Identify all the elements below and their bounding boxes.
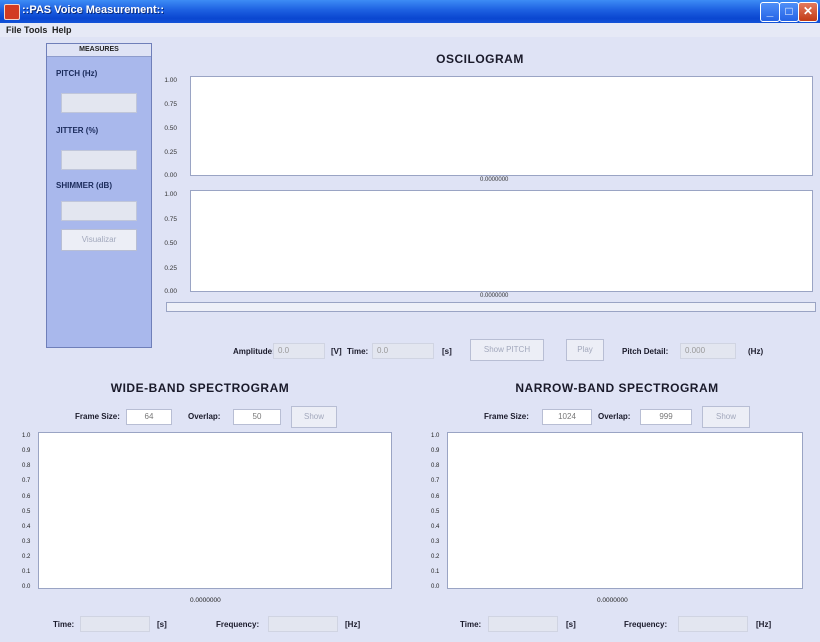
shimmer-value-field	[61, 201, 137, 221]
time-field[interactable]: 0.0	[372, 343, 434, 359]
narrowband-y-tick: 1.0	[431, 433, 440, 439]
osc-bottom-tick: 0.25	[164, 265, 177, 272]
narrowband-overlap-input[interactable]: 999	[640, 409, 692, 425]
wideband-show-button[interactable]: Show	[291, 406, 337, 428]
pitch-label: PITCH (Hz)	[56, 69, 98, 78]
narrowband-frame-size-label: Frame Size:	[484, 412, 529, 421]
app-icon	[4, 4, 20, 20]
oscilogram-bottom-plot[interactable]	[190, 190, 813, 292]
narrowband-frequency-unit: [Hz]	[756, 620, 772, 629]
pitch-detail-label: Pitch Detail:	[622, 347, 669, 356]
wideband-time-label: Time:	[53, 620, 75, 629]
narrowband-y-tick: 0.8	[431, 463, 440, 469]
narrowband-y-tick: 0.0	[431, 584, 440, 590]
amplitude-label: Amplitude:	[233, 347, 275, 356]
window-title: ::PAS Voice Measurement::	[22, 4, 165, 16]
narrowband-y-tick: 0.9	[431, 448, 440, 454]
wideband-frame-size-label: Frame Size:	[75, 412, 120, 421]
narrowband-y-tick: 0.1	[431, 569, 440, 575]
narrowband-time-unit: [s]	[566, 620, 576, 629]
osc-top-tick: 0.75	[164, 101, 177, 108]
title-bar[interactable]: ::PAS Voice Measurement:: _ □ ✕	[0, 0, 820, 23]
measures-header: MEASURES	[47, 44, 151, 57]
osc-bottom-tick: 0.75	[164, 216, 177, 223]
wideband-y-tick: 0.3	[22, 539, 31, 545]
shimmer-label: SHIMMER (dB)	[56, 181, 112, 190]
wideband-overlap-label: Overlap:	[188, 412, 221, 421]
show-pitch-button[interactable]: Show PITCH	[470, 339, 544, 361]
narrowband-y-tick: 0.7	[431, 478, 440, 484]
wideband-frequency-unit: [Hz]	[345, 620, 361, 629]
narrowband-y-tick: 0.6	[431, 494, 440, 500]
wideband-frame-size-input[interactable]: 64	[126, 409, 172, 425]
menu-help[interactable]: Help	[52, 25, 72, 35]
narrowband-title: NARROW-BAND SPECTROGRAM	[515, 381, 719, 395]
menu-bar: File Tools Help	[0, 23, 820, 37]
time-label: Time:	[347, 347, 369, 356]
narrowband-y-tick: 0.3	[431, 539, 440, 545]
narrowband-frequency-field	[678, 616, 748, 632]
pitch-detail-field[interactable]: 0.000	[680, 343, 736, 359]
narrowband-time-label: Time:	[460, 620, 482, 629]
osc-bottom-tick: 0.50	[164, 240, 177, 247]
pitch-value-field	[61, 93, 137, 113]
narrowband-show-button[interactable]: Show	[702, 406, 750, 428]
wideband-y-tick: 0.8	[22, 463, 31, 469]
osc-top-tick: 0.00	[164, 172, 177, 179]
wideband-x-label: 0.0000000	[190, 597, 221, 604]
narrowband-y-tick: 0.5	[431, 509, 440, 515]
oscilogram-top-plot[interactable]	[190, 76, 813, 176]
amplitude-unit: [V]	[331, 347, 342, 356]
narrowband-frame-size-input[interactable]: 1024	[542, 409, 592, 425]
wideband-y-tick: 0.9	[22, 448, 31, 454]
osc-top-x-label: 0.0000000	[480, 177, 509, 183]
jitter-label: JITTER (%)	[56, 126, 99, 135]
visualize-button[interactable]: Visualizar	[61, 229, 137, 251]
wideband-y-tick: 1.0	[22, 433, 31, 439]
wideband-y-tick: 0.0	[22, 584, 31, 590]
osc-top-tick: 1.00	[164, 77, 177, 84]
narrowband-frequency-label: Frequency:	[624, 620, 668, 629]
oscilogram-scrollbar[interactable]	[166, 302, 816, 312]
narrowband-overlap-label: Overlap:	[598, 412, 631, 421]
time-unit: [s]	[442, 347, 452, 356]
measures-panel: MEASURES PITCH (Hz) JITTER (%) SHIMMER (…	[46, 43, 152, 348]
wideband-y-tick: 0.2	[22, 554, 31, 560]
narrowband-time-field	[488, 616, 558, 632]
oscilogram-title: OSCILOGRAM	[436, 52, 524, 66]
wideband-y-tick: 0.1	[22, 569, 31, 575]
osc-bottom-tick: 0.00	[164, 288, 177, 295]
wideband-time-unit: [s]	[157, 620, 167, 629]
narrowband-spectrogram-plot[interactable]	[447, 432, 803, 589]
wideband-y-tick: 0.7	[22, 478, 31, 484]
wideband-spectrogram-plot[interactable]	[38, 432, 392, 589]
wideband-title: WIDE-BAND SPECTROGRAM	[110, 381, 290, 395]
narrowband-y-tick: 0.2	[431, 554, 440, 560]
menu-file[interactable]: File	[6, 25, 22, 35]
osc-top-tick: 0.25	[164, 149, 177, 156]
wideband-overlap-input[interactable]: 50	[233, 409, 281, 425]
wideband-time-field	[80, 616, 150, 632]
osc-top-tick: 0.50	[164, 125, 177, 132]
wideband-frequency-label: Frequency:	[216, 620, 260, 629]
close-icon[interactable]: ✕	[798, 2, 818, 22]
wideband-frequency-field	[268, 616, 338, 632]
wideband-y-tick: 0.6	[22, 494, 31, 500]
wideband-y-tick: 0.5	[22, 509, 31, 515]
narrowband-y-tick: 0.4	[431, 524, 440, 530]
narrowband-x-label: 0.0000000	[597, 597, 628, 604]
minimize-icon[interactable]: _	[760, 2, 780, 22]
pitch-detail-unit: (Hz)	[748, 347, 764, 356]
osc-bottom-tick: 1.00	[164, 191, 177, 198]
jitter-value-field	[61, 150, 137, 170]
amplitude-field[interactable]: 0.0	[273, 343, 325, 359]
osc-bottom-x-label: 0.0000000	[480, 293, 509, 299]
play-button[interactable]: Play	[566, 339, 604, 361]
wideband-y-tick: 0.4	[22, 524, 31, 530]
menu-tools[interactable]: Tools	[24, 25, 47, 35]
maximize-icon[interactable]: □	[779, 2, 799, 22]
